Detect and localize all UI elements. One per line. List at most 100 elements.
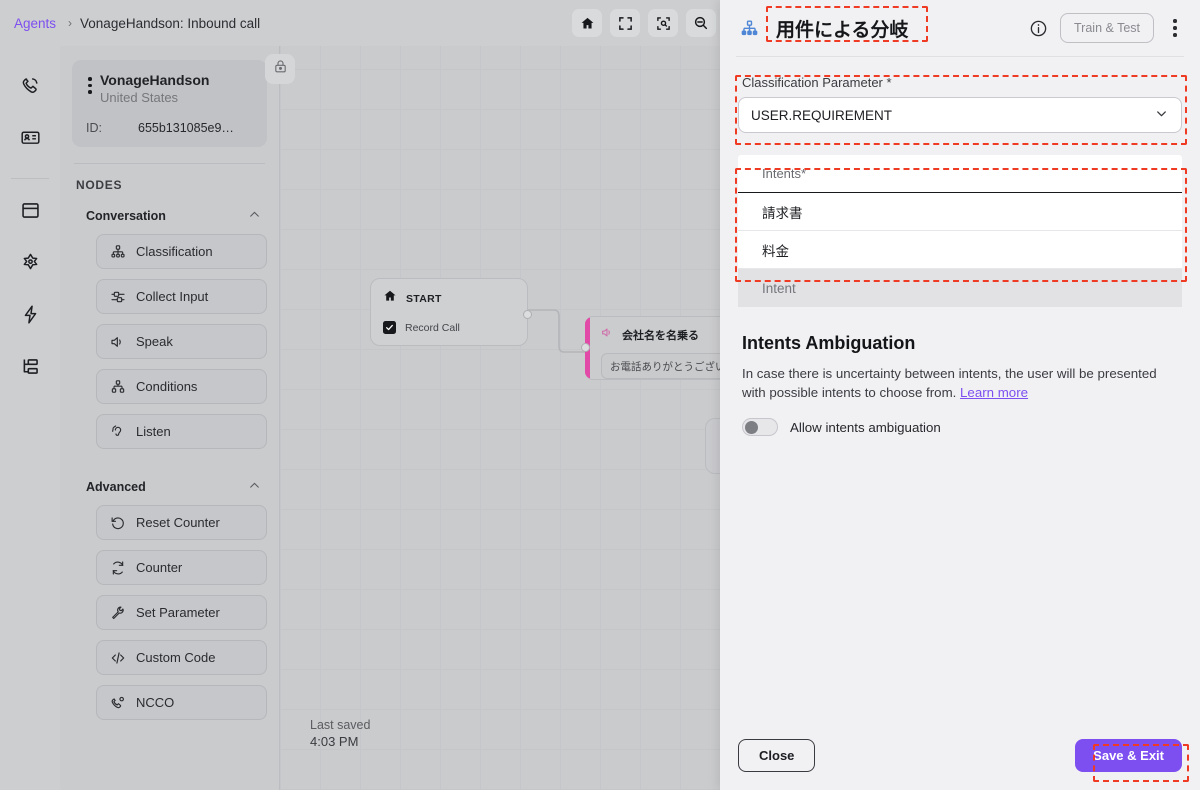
- lock-canvas-button[interactable]: [265, 54, 295, 84]
- canvas-node-start[interactable]: START Record Call: [370, 278, 532, 346]
- rail-divider: [11, 178, 49, 179]
- node-label-speak: Speak: [136, 334, 173, 349]
- classification-parameter-label: Classification Parameter *: [742, 75, 892, 90]
- node-label-set-parameter: Set Parameter: [136, 605, 220, 620]
- node-label-custom-code: Custom Code: [136, 650, 216, 665]
- chevron-down-icon[interactable]: [1154, 106, 1169, 124]
- allow-ambiguation-row[interactable]: Allow intents ambiguation: [742, 418, 1182, 436]
- bolt-icon: [20, 304, 41, 330]
- last-saved-label: Last saved: [310, 718, 371, 732]
- agent-identity: VonageHandson United States: [100, 72, 209, 107]
- code-icon: [109, 649, 126, 666]
- breadcrumb-agents-link[interactable]: Agents: [10, 14, 60, 33]
- intents-ambiguation-description: In case there is uncertainty between int…: [742, 364, 1182, 402]
- home-button[interactable]: [572, 9, 602, 37]
- zoom-to-selection-button[interactable]: [648, 9, 678, 37]
- top-bar: Agents › VonageHandson: Inbound call: [0, 0, 730, 46]
- breadcrumb-current: VonageHandson: Inbound call: [80, 15, 261, 31]
- node-label-conditions: Conditions: [136, 379, 198, 394]
- agent-id-label: ID:: [86, 121, 102, 135]
- counter-icon: [109, 559, 126, 576]
- fit-screen-button[interactable]: [610, 9, 640, 37]
- start-node-title: START: [406, 292, 442, 305]
- intent-row-placeholder[interactable]: Intent: [738, 269, 1182, 307]
- last-saved-status: Last saved 4:03 PM: [310, 718, 370, 749]
- group-title-advanced: Advanced: [86, 480, 146, 494]
- node-button-set-parameter[interactable]: Set Parameter: [96, 595, 267, 630]
- node-button-counter[interactable]: Counter: [96, 550, 267, 585]
- record-call-label: Record Call: [405, 321, 460, 334]
- node-button-conditions[interactable]: Conditions: [96, 369, 267, 404]
- panel-header-actions: Train & Test: [1028, 13, 1184, 43]
- classification-icon: [109, 243, 126, 260]
- window-icon: [20, 200, 41, 226]
- navigator-icon: [20, 252, 41, 278]
- agent-card[interactable]: VonageHandson United States ID: 655b1310…: [72, 60, 267, 147]
- lock-icon: [273, 59, 288, 79]
- group-header-conversation[interactable]: Conversation: [86, 208, 261, 224]
- intents-table: Intents* 請求書 料金 Intent: [738, 155, 1182, 307]
- rail-item-flows[interactable]: [10, 349, 50, 389]
- classification-parameter-select[interactable]: USER.REQUIREMENT: [738, 97, 1182, 133]
- node-button-custom-code[interactable]: Custom Code: [96, 640, 267, 675]
- sidebar-divider: [74, 163, 265, 164]
- chevron-up-icon[interactable]: [248, 208, 261, 224]
- speaker-icon: [109, 333, 126, 350]
- left-icon-rail: [0, 46, 60, 790]
- rail-item-automations[interactable]: [10, 297, 50, 337]
- start-node-option-row[interactable]: Record Call: [383, 321, 515, 334]
- chevron-up-icon[interactable]: [248, 479, 261, 495]
- learn-more-link[interactable]: Learn more: [960, 385, 1028, 400]
- classification-icon: [738, 17, 760, 39]
- rail-item-navigator[interactable]: [10, 245, 50, 285]
- intent-row[interactable]: 料金: [738, 231, 1182, 269]
- zoom-to-selection-icon: [656, 16, 671, 31]
- agent-menu-button[interactable]: [80, 72, 100, 94]
- zoom-out-button[interactable]: [686, 9, 716, 37]
- intents-table-header: Intents*: [738, 155, 1182, 193]
- group-header-advanced[interactable]: Advanced: [86, 479, 261, 495]
- speak-node-title: 会社名を名乗る: [622, 330, 699, 342]
- intent-row[interactable]: 請求書: [738, 193, 1182, 231]
- node-button-speak[interactable]: Speak: [96, 324, 267, 359]
- agent-id-row: ID: 655b131085e9…: [80, 121, 255, 135]
- calls-icon: [20, 75, 41, 101]
- wrench-icon: [109, 604, 126, 621]
- rail-item-contacts[interactable]: [10, 120, 50, 160]
- nodes-header: NODES: [76, 178, 123, 192]
- agent-id-value: 655b131085e9…: [138, 121, 234, 135]
- save-and-exit-button[interactable]: Save & Exit: [1075, 738, 1182, 772]
- speak-node-input-port[interactable]: [581, 343, 590, 352]
- more-vertical-icon[interactable]: [1166, 19, 1184, 37]
- rail-item-workspace[interactable]: [10, 193, 50, 233]
- record-call-checkbox[interactable]: [383, 321, 396, 334]
- rail-item-calls[interactable]: [10, 68, 50, 108]
- breadcrumb-separator: ›: [68, 16, 73, 30]
- node-button-listen[interactable]: Listen: [96, 414, 267, 449]
- flow-canvas[interactable]: START Record Call 会社名を名乗る お電話ありがとうございま L…: [265, 46, 775, 790]
- group-title-conversation: Conversation: [86, 209, 166, 223]
- allow-ambiguation-label: Allow intents ambiguation: [790, 419, 941, 435]
- zoom-out-icon: [693, 15, 709, 31]
- listen-icon: [109, 423, 126, 440]
- node-label-listen: Listen: [136, 424, 171, 439]
- home-icon: [580, 16, 595, 31]
- reset-counter-icon: [109, 514, 126, 531]
- node-button-ncco[interactable]: NCCO: [96, 685, 267, 720]
- agent-card-top: VonageHandson United States: [80, 72, 255, 107]
- node-button-classification[interactable]: Classification: [96, 234, 267, 269]
- train-and-test-button[interactable]: Train & Test: [1060, 13, 1154, 43]
- node-button-reset-counter[interactable]: Reset Counter: [96, 505, 267, 540]
- hierarchy-icon: [20, 356, 41, 382]
- agent-country: United States: [100, 90, 179, 105]
- info-icon[interactable]: [1028, 18, 1048, 38]
- conditions-icon: [109, 378, 126, 395]
- panel-body: Classification Parameter * USER.REQUIREM…: [720, 57, 1200, 720]
- node-button-collect-input[interactable]: Collect Input: [96, 279, 267, 314]
- close-button[interactable]: Close: [738, 738, 816, 772]
- canvas-toolbar: [572, 9, 720, 37]
- allow-ambiguation-toggle[interactable]: [742, 418, 778, 436]
- node-label-ncco: NCCO: [136, 695, 175, 710]
- panel-title[interactable]: 用件による分岐: [766, 12, 918, 45]
